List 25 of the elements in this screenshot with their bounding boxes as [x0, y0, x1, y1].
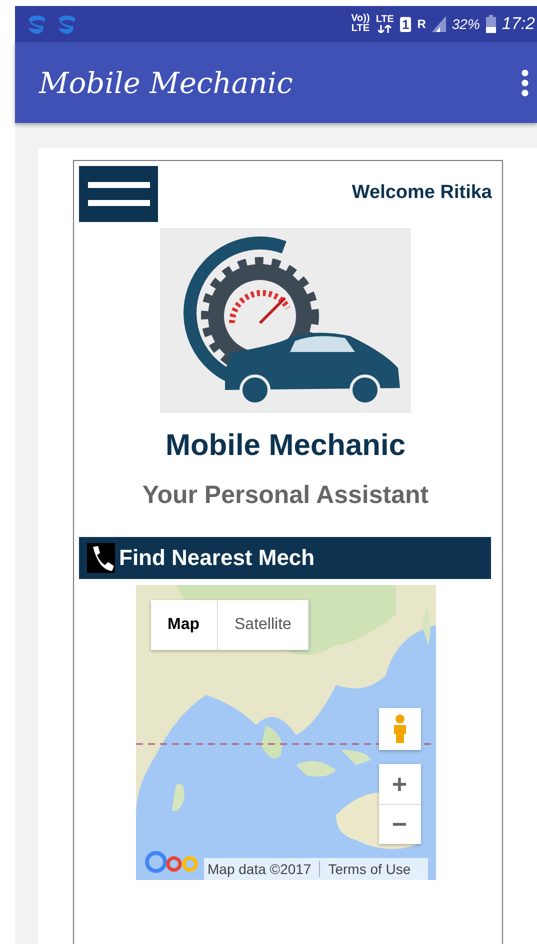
app-title: Mobile Mechanic [39, 66, 294, 100]
app-heading: Mobile Mechanic [164, 429, 407, 463]
welcome-text: Welcome Ritika [352, 182, 492, 204]
network-type: LTE [376, 15, 394, 25]
zoom-in-button[interactable]: + [378, 764, 420, 804]
person-icon [392, 714, 408, 744]
battery-level: 32% [452, 16, 480, 32]
tagline: Your Personal Assistant [141, 481, 430, 510]
volte-indicator: Vo)) LTE [351, 14, 370, 34]
menu-button[interactable] [79, 166, 158, 222]
phone-icon [87, 543, 115, 573]
terms-link[interactable]: Terms of Use [320, 861, 411, 877]
clock: 17:2 [502, 14, 535, 34]
sim-indicator: 1 [400, 16, 412, 32]
battery-icon [486, 15, 496, 33]
overflow-menu-icon[interactable] [521, 68, 529, 96]
map-view[interactable]: Map Satellite + − Map data ©2017 Terms of Use [136, 585, 436, 880]
map-type-tab[interactable]: Satellite [218, 600, 310, 650]
signal-icon [432, 16, 446, 32]
roaming-indicator: R [417, 17, 426, 31]
map-type-tab[interactable]: Map [150, 600, 218, 650]
map-attribution: Map data ©2017 [204, 861, 320, 877]
zoom-out-button[interactable]: − [378, 804, 420, 844]
find-mechanic-bar[interactable]: Find Nearest Mech [79, 537, 491, 579]
data-arrows-icon [378, 25, 392, 33]
